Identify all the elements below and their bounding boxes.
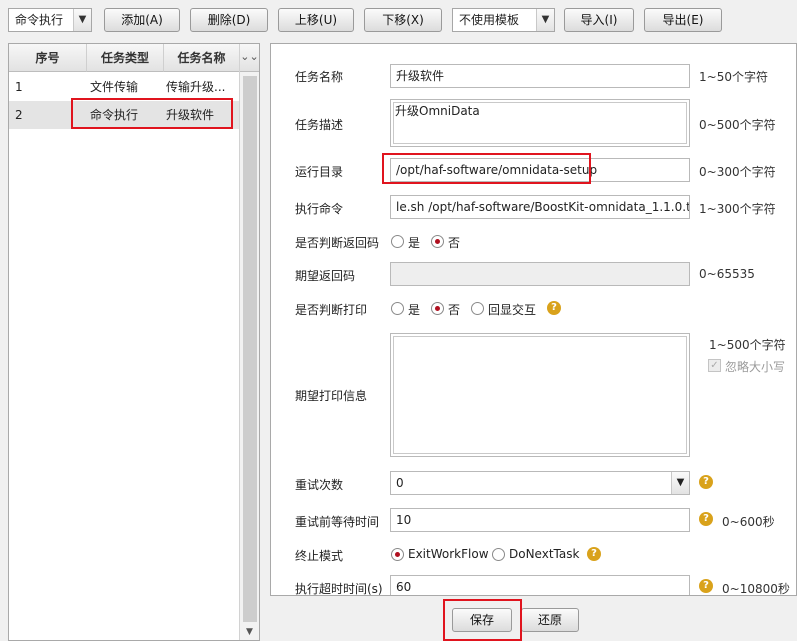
- expected-return-hint: 0~65535: [699, 267, 755, 281]
- expected-print-textarea[interactable]: [390, 333, 690, 457]
- import-button[interactable]: 导入(I): [564, 8, 634, 32]
- column-header-task-type[interactable]: 任务类型: [87, 44, 164, 72]
- expected-print-hint: 1~500个字符: [709, 338, 786, 352]
- scroll-down-arrow-icon[interactable]: ▼: [240, 624, 259, 640]
- chevron-down-icon: ▼: [671, 472, 689, 494]
- timeout-hint: 0~10800秒: [722, 582, 790, 596]
- delete-button[interactable]: 删除(D): [190, 8, 268, 32]
- question-circle-icon[interactable]: ?: [547, 301, 561, 315]
- task-type-select-value: 命令执行: [15, 13, 64, 27]
- retry-wait-hint: 0~600秒: [722, 515, 775, 529]
- retry-count-select[interactable]: 0 ▼: [390, 471, 690, 495]
- check-print-label: 是否判断打印: [295, 303, 368, 317]
- retry-count-value: 0: [396, 476, 404, 490]
- retry-wait-label: 重试前等待时间: [295, 515, 380, 529]
- check-print-interactive-label[interactable]: 回显交互: [488, 301, 536, 318]
- check-print-yes-label[interactable]: 是: [408, 301, 420, 318]
- column-header-task-name[interactable]: 任务名称: [164, 44, 240, 72]
- question-circle-icon[interactable]: ?: [587, 547, 601, 561]
- table-row[interactable]: 1 文件传输 传输升级...: [9, 73, 239, 101]
- exec-cmd-input[interactable]: le.sh /opt/haf-software/BoostKit-omnidat…: [390, 195, 690, 219]
- exec-cmd-label: 执行命令: [295, 202, 344, 216]
- check-print-no-label[interactable]: 否: [448, 301, 460, 318]
- expected-return-label: 期望返回码: [295, 269, 356, 283]
- expected-print-inner-border: [393, 336, 687, 454]
- ignore-case-label: 忽略大小写: [725, 360, 786, 374]
- expected-print-label: 期望打印信息: [295, 389, 368, 403]
- chevron-down-icon: ▼: [536, 9, 554, 31]
- double-chevron-down-icon[interactable]: ⌄⌄: [240, 44, 259, 72]
- run-dir-label: 运行目录: [295, 165, 344, 179]
- expected-return-input[interactable]: [390, 262, 690, 286]
- restore-button[interactable]: 还原: [521, 608, 579, 632]
- stop-mode-next-radio[interactable]: [492, 548, 505, 561]
- template-select[interactable]: 不使用模板 ▼: [452, 8, 555, 32]
- highlight-box-run-dir: [382, 153, 591, 184]
- template-select-value: 不使用模板: [459, 13, 520, 27]
- timeout-label: 执行超时时间(s): [295, 582, 383, 596]
- check-print-interactive-radio[interactable]: [471, 302, 484, 315]
- check-print-yes-radio[interactable]: [391, 302, 404, 315]
- timeout-input[interactable]: 60: [390, 575, 690, 595]
- highlight-box-save: [443, 599, 522, 641]
- task-desc-textarea[interactable]: 升级OmniData: [390, 99, 690, 147]
- stop-mode-exit-label[interactable]: ExitWorkFlow: [408, 547, 489, 561]
- task-name-input[interactable]: 升级软件: [390, 64, 690, 88]
- question-circle-icon[interactable]: ?: [699, 579, 713, 593]
- stop-mode-next-label[interactable]: DoNextTask: [509, 547, 579, 561]
- check-print-no-radio[interactable]: [431, 302, 444, 315]
- export-button[interactable]: 导出(E): [644, 8, 722, 32]
- check-return-label: 是否判断返回码: [295, 236, 380, 250]
- check-return-no-label[interactable]: 否: [448, 234, 460, 251]
- task-detail-form: 任务名称 升级软件 1~50个字符 任务描述 升级OmniData 0~500个…: [270, 43, 797, 596]
- run-dir-hint: 0~300个字符: [699, 165, 776, 179]
- exec-cmd-hint: 1~300个字符: [699, 202, 776, 216]
- row-task-type: 文件传输: [90, 80, 139, 94]
- task-list-scrollbar[interactable]: ⌄⌄ ▼: [239, 44, 259, 640]
- check-return-yes-label[interactable]: 是: [408, 234, 420, 251]
- chevron-down-icon: ▼: [73, 9, 91, 31]
- task-desc-label: 任务描述: [295, 118, 344, 132]
- highlight-box-selected-row: [71, 98, 233, 129]
- question-circle-icon[interactable]: ?: [699, 475, 713, 489]
- row-task-name: 传输升级...: [166, 80, 226, 94]
- task-name-hint: 1~50个字符: [699, 70, 768, 84]
- task-name-label: 任务名称: [295, 70, 344, 84]
- move-down-button[interactable]: 下移(X): [364, 8, 442, 32]
- add-button[interactable]: 添加(A): [104, 8, 180, 32]
- ignore-case-checkbox[interactable]: ✓: [708, 359, 721, 372]
- move-up-button[interactable]: 上移(U): [278, 8, 354, 32]
- row-number: 1: [15, 80, 23, 94]
- check-return-yes-radio[interactable]: [391, 235, 404, 248]
- question-circle-icon[interactable]: ?: [699, 512, 713, 526]
- row-number: 2: [15, 108, 23, 122]
- retry-wait-input[interactable]: 10: [390, 508, 690, 532]
- scrollbar-thumb[interactable]: [243, 76, 257, 622]
- column-header-number[interactable]: 序号: [9, 44, 87, 72]
- task-desc-hint: 0~500个字符: [699, 118, 776, 132]
- task-list-panel: 序号 任务类型 任务名称 1 文件传输 传输升级... 2 命令执行 升级软件 …: [8, 43, 260, 641]
- stop-mode-exit-radio[interactable]: [391, 548, 404, 561]
- check-return-no-radio[interactable]: [431, 235, 444, 248]
- retry-count-label: 重试次数: [295, 478, 344, 492]
- stop-mode-label: 终止模式: [295, 549, 344, 563]
- task-desc-text: 升级OmniData: [395, 104, 480, 118]
- task-type-select[interactable]: 命令执行 ▼: [8, 8, 92, 32]
